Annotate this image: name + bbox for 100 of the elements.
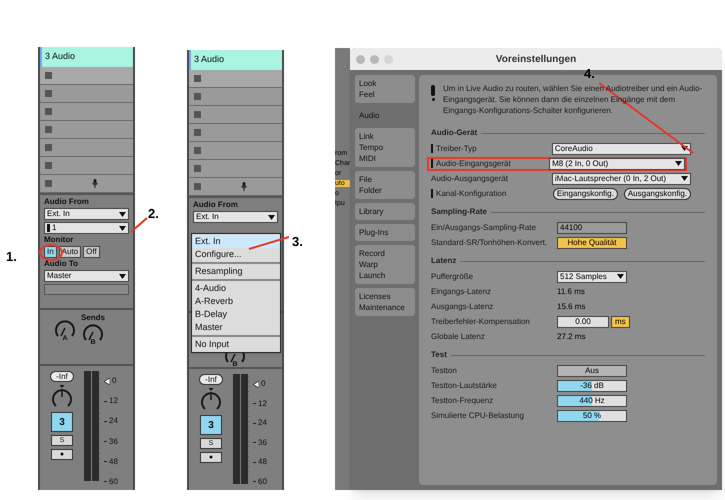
value-field[interactable]: 44100 — [557, 222, 627, 234]
volume-display[interactable]: -Inf — [50, 371, 74, 382]
audio-source-select[interactable]: Ext. In — [193, 211, 278, 223]
clip-slot[interactable] — [40, 139, 133, 157]
setting-label: Standard-SR/Tonhöhen-Konvert. — [431, 236, 548, 248]
tab-line: Launch — [359, 270, 386, 281]
value-field[interactable]: 0.00 — [557, 316, 609, 328]
clip-slot[interactable] — [40, 157, 133, 175]
menu-item[interactable]: Ext. In — [192, 235, 280, 248]
clip-stop-icon — [45, 144, 52, 151]
clip-slot[interactable] — [189, 124, 282, 142]
device-select[interactable]: CoreAudio — [552, 142, 691, 154]
source-value: Ext. In — [47, 210, 70, 218]
clip-slot[interactable] — [40, 85, 133, 103]
value-slider[interactable]: 440 Hz — [557, 394, 627, 406]
microphone-icon — [241, 182, 247, 191]
buffer-select[interactable]: 512 Samples — [557, 270, 627, 282]
toggle-button[interactable]: Hohe Qualität — [557, 236, 627, 248]
menu-item[interactable]: B-Delay — [192, 308, 280, 321]
select-value: M8 (2 In, 0 Out) — [552, 160, 608, 168]
setting-label: Audio-Ausgangsgerät — [431, 172, 508, 184]
menu-item[interactable]: Configure... — [192, 248, 280, 261]
latency-value: 11.6 ms — [557, 286, 585, 298]
output-value: Master — [47, 272, 72, 280]
clip-slot[interactable] — [189, 106, 282, 124]
caret-icon — [617, 274, 624, 279]
tab-line: Tempo — [359, 142, 384, 153]
sends-label: Sends — [80, 314, 105, 322]
track-activator-button[interactable]: 3 — [51, 412, 73, 432]
setting-label: Kanal-Konfiguration — [436, 188, 506, 200]
clip-slot[interactable] — [189, 178, 282, 196]
preferences-tab[interactable]: Look Feel — [355, 75, 415, 103]
clip-slot[interactable] — [40, 175, 133, 193]
unit-toggle[interactable]: ms — [611, 316, 630, 328]
config-button[interactable]: Eingangskonfig. — [552, 188, 618, 200]
device-select[interactable]: iMac-Lautsprecher (0 In, 2 Out) — [552, 172, 691, 184]
annotation-circle — [39, 244, 63, 261]
meter-scale-label: 60 — [258, 478, 267, 486]
output-select[interactable]: Master — [44, 270, 129, 282]
meter-scale-label: 24 — [258, 419, 267, 428]
microphone-icon — [92, 179, 98, 188]
track-activator-button[interactable]: 3 — [200, 415, 222, 435]
clip-slot[interactable] — [40, 103, 133, 121]
clip-slot[interactable] — [189, 88, 282, 106]
track-header[interactable]: 3 Audio — [189, 50, 282, 70]
monitor-toggle[interactable]: Off — [83, 246, 100, 258]
clip-stop-icon — [45, 90, 52, 97]
toggle-button[interactable]: Aus — [557, 364, 627, 376]
setting-label: Testton — [431, 364, 457, 376]
menu-item[interactable]: No Input — [192, 338, 280, 351]
preferences-tab[interactable]: Plug-Ins — [355, 224, 415, 241]
meter-scale-label: 36 — [258, 438, 267, 447]
leader-line — [248, 236, 290, 250]
preferences-tab[interactable]: Link Tempo MIDI — [355, 128, 415, 167]
setting-label: Testton-Frequenz — [431, 394, 494, 406]
monitor-toggle[interactable]: In — [44, 246, 57, 258]
caret-icon — [268, 214, 275, 220]
latency-value: 27.2 ms — [557, 330, 586, 342]
volume-fader-icon[interactable] — [253, 380, 259, 388]
monitor-toggle[interactable]: Auto — [58, 246, 82, 258]
volume-display[interactable]: -Inf — [199, 374, 223, 385]
select-value: iMac-Lautsprecher (0 In, 2 Out) — [554, 174, 666, 182]
clip-slot[interactable] — [189, 142, 282, 160]
meter-scale-label: 0 — [261, 380, 266, 388]
clip-stop-icon — [45, 72, 52, 79]
track-header[interactable]: 3 Audio — [40, 47, 133, 67]
setting-label: Ausgangs-Latenz — [431, 300, 494, 312]
preferences-tab[interactable]: Licenses Maintenance — [355, 288, 415, 316]
menu-item[interactable]: Master — [192, 321, 280, 334]
menu-item[interactable]: A-Reverb — [192, 295, 280, 308]
section-heading: Latenz — [431, 255, 456, 267]
menu-item[interactable]: Resampling — [192, 265, 280, 278]
clip-slot[interactable] — [189, 160, 282, 178]
clip-slot[interactable] — [40, 67, 133, 85]
clip-stop-icon — [45, 108, 52, 115]
setting-label: Audio-Eingangsgerät — [436, 158, 511, 170]
pan-knob-icon[interactable] — [50, 385, 74, 409]
clip-slot[interactable] — [189, 70, 282, 88]
value-slider[interactable]: 50 % — [557, 410, 627, 422]
pan-knob-icon[interactable] — [199, 388, 223, 412]
value-slider[interactable]: -36 dB — [557, 380, 627, 392]
select-value: CoreAudio — [554, 144, 593, 152]
device-select[interactable]: M8 (2 In, 0 Out) — [549, 158, 685, 170]
config-button[interactable]: Ausgangskonfig. — [624, 188, 691, 200]
preferences-tab[interactable]: Record Warp Launch — [355, 245, 415, 284]
clip-stop-icon — [194, 75, 201, 82]
clip-slot[interactable] — [40, 121, 133, 139]
meter-scale-label: 48 — [109, 458, 118, 466]
menu-item[interactable]: 4-Audio — [192, 282, 280, 295]
channel-select[interactable]: 1 — [44, 222, 129, 234]
preferences-tab[interactable]: Library — [355, 203, 415, 220]
setting-label: Treiber-Typ — [436, 142, 477, 154]
tab-line: Library — [359, 206, 384, 217]
monitor-label: Monitor — [44, 236, 74, 244]
tick-mark — [104, 420, 107, 422]
tab-line: Maintenance — [359, 302, 406, 313]
empty-select[interactable] — [44, 284, 129, 295]
preferences-tab[interactable]: File Folder — [355, 171, 415, 199]
volume-fader-icon[interactable] — [104, 378, 110, 384]
audio-source-select[interactable]: Ext. In — [44, 208, 129, 220]
